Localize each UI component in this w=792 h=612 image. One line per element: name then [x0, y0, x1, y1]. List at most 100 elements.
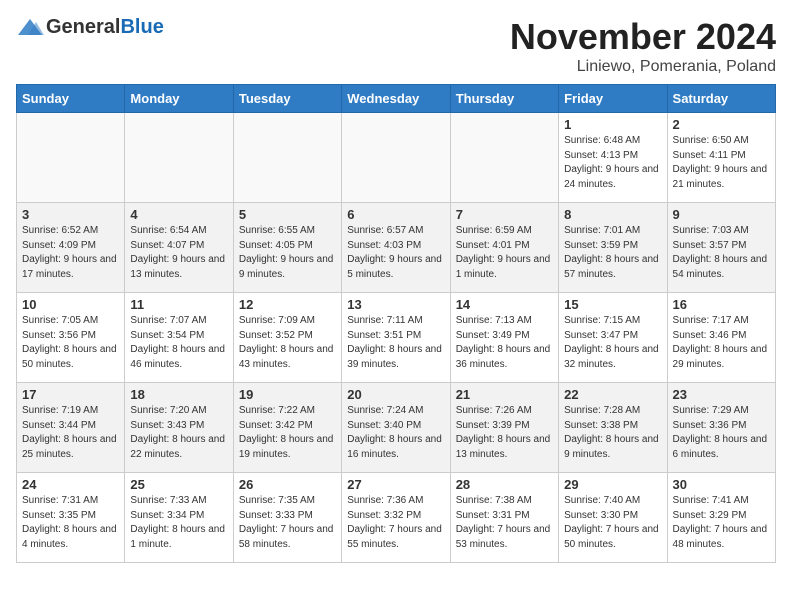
calendar-header-row: SundayMondayTuesdayWednesdayThursdayFrid… [17, 85, 776, 113]
day-info: Sunrise: 6:59 AM Sunset: 4:01 PM Dayligh… [456, 224, 553, 282]
day-number: 10 [22, 297, 119, 312]
logo: GeneralBlue [16, 16, 164, 39]
day-number: 17 [22, 387, 119, 402]
day-number: 30 [673, 477, 770, 492]
calendar-day-cell: 23Sunrise: 7:29 AM Sunset: 3:36 PM Dayli… [667, 383, 775, 473]
day-info: Sunrise: 7:19 AM Sunset: 3:44 PM Dayligh… [22, 404, 119, 462]
day-number: 15 [564, 297, 661, 312]
day-number: 29 [564, 477, 661, 492]
day-number: 26 [239, 477, 336, 492]
calendar-week-row: 10 Sunrise: 7:05 AM Sunset: 3:56 PM Dayli… [17, 293, 776, 383]
calendar-day-cell: 25 Sunrise: 7:33 AM Sunset: 3:34 PM Dayli… [125, 473, 233, 563]
calendar-day-cell: 11 Sunrise: 7:07 AM Sunset: 3:54 PM Dayli… [125, 293, 233, 383]
day-info: Sunrise: 7:01 AM Sunset: 3:59 PM Dayligh… [564, 224, 661, 282]
day-info: Sunrise: 7:29 AM Sunset: 3:36 PM Dayligh… [673, 404, 770, 462]
day-number: 12 [239, 297, 336, 312]
calendar-day-cell: 5Sunrise: 6:55 AM Sunset: 4:05 PM Daylig… [233, 203, 341, 293]
calendar-day-cell: 20 Sunrise: 7:24 AM Sunset: 3:40 PM Dayli… [342, 383, 450, 473]
calendar-day-cell [342, 113, 450, 203]
calendar-week-row: 17 Sunrise: 7:19 AM Sunset: 3:44 PM Dayli… [17, 383, 776, 473]
calendar-week-row: 3 Sunrise: 6:52 AM Sunset: 4:09 PM Daylig… [17, 203, 776, 293]
day-info: Sunrise: 6:48 AM Sunset: 4:13 PM Dayligh… [564, 134, 661, 192]
title-block: November 2024 Liniewo, Pomerania, Poland [510, 16, 776, 76]
day-info: Sunrise: 7:09 AM Sunset: 3:52 PM Dayligh… [239, 314, 336, 372]
day-info: Sunrise: 7:24 AM Sunset: 3:40 PM Dayligh… [347, 404, 444, 462]
column-header-friday: Friday [559, 85, 667, 113]
day-number: 27 [347, 477, 444, 492]
calendar-day-cell: 7 Sunrise: 6:59 AM Sunset: 4:01 PM Daylig… [450, 203, 558, 293]
calendar-day-cell: 2Sunrise: 6:50 AM Sunset: 4:11 PM Daylig… [667, 113, 775, 203]
day-number: 19 [239, 387, 336, 402]
day-number: 20 [347, 387, 444, 402]
calendar-day-cell: 24 Sunrise: 7:31 AM Sunset: 3:35 PM Dayli… [17, 473, 125, 563]
day-info: Sunrise: 7:33 AM Sunset: 3:34 PM Dayligh… [130, 494, 227, 552]
day-number: 3 [22, 207, 119, 222]
day-number: 2 [673, 117, 770, 132]
day-info: Sunrise: 7:41 AM Sunset: 3:29 PM Dayligh… [673, 494, 770, 552]
day-info: Sunrise: 7:03 AM Sunset: 3:57 PM Dayligh… [673, 224, 770, 282]
day-info: Sunrise: 6:52 AM Sunset: 4:09 PM Dayligh… [22, 224, 119, 282]
day-info: Sunrise: 6:57 AM Sunset: 4:03 PM Dayligh… [347, 224, 444, 282]
day-number: 13 [347, 297, 444, 312]
month-title: November 2024 [510, 16, 776, 58]
calendar-day-cell: 10 Sunrise: 7:05 AM Sunset: 3:56 PM Dayli… [17, 293, 125, 383]
day-number: 8 [564, 207, 661, 222]
day-info: Sunrise: 7:11 AM Sunset: 3:51 PM Dayligh… [347, 314, 444, 372]
day-number: 7 [456, 207, 553, 222]
calendar-day-cell: 29 Sunrise: 7:40 AM Sunset: 3:30 PM Dayli… [559, 473, 667, 563]
calendar-day-cell: 28 Sunrise: 7:38 AM Sunset: 3:31 PM Dayli… [450, 473, 558, 563]
calendar-day-cell: 6Sunrise: 6:57 AM Sunset: 4:03 PM Daylig… [342, 203, 450, 293]
calendar-table: SundayMondayTuesdayWednesdayThursdayFrid… [16, 84, 776, 563]
column-header-wednesday: Wednesday [342, 85, 450, 113]
day-number: 11 [130, 297, 227, 312]
day-info: Sunrise: 6:55 AM Sunset: 4:05 PM Dayligh… [239, 224, 336, 282]
day-number: 18 [130, 387, 227, 402]
calendar-day-cell: 26Sunrise: 7:35 AM Sunset: 3:33 PM Dayli… [233, 473, 341, 563]
calendar-day-cell: 18 Sunrise: 7:20 AM Sunset: 3:43 PM Dayli… [125, 383, 233, 473]
calendar-day-cell: 12 Sunrise: 7:09 AM Sunset: 3:52 PM Dayli… [233, 293, 341, 383]
column-header-tuesday: Tuesday [233, 85, 341, 113]
day-number: 16 [673, 297, 770, 312]
day-info: Sunrise: 7:20 AM Sunset: 3:43 PM Dayligh… [130, 404, 227, 462]
day-info: Sunrise: 7:05 AM Sunset: 3:56 PM Dayligh… [22, 314, 119, 372]
day-info: Sunrise: 7:40 AM Sunset: 3:30 PM Dayligh… [564, 494, 661, 552]
location-subtitle: Liniewo, Pomerania, Poland [510, 58, 776, 76]
day-info: Sunrise: 7:22 AM Sunset: 3:42 PM Dayligh… [239, 404, 336, 462]
day-number: 4 [130, 207, 227, 222]
calendar-day-cell: 17 Sunrise: 7:19 AM Sunset: 3:44 PM Dayli… [17, 383, 125, 473]
logo-icon [16, 17, 44, 39]
calendar-day-cell: 21 Sunrise: 7:26 AM Sunset: 3:39 PM Dayli… [450, 383, 558, 473]
logo-general-text: General [46, 16, 120, 39]
calendar-day-cell [450, 113, 558, 203]
day-info: Sunrise: 7:13 AM Sunset: 3:49 PM Dayligh… [456, 314, 553, 372]
calendar-day-cell [125, 113, 233, 203]
column-header-thursday: Thursday [450, 85, 558, 113]
day-number: 21 [456, 387, 553, 402]
column-header-sunday: Sunday [17, 85, 125, 113]
day-info: Sunrise: 7:07 AM Sunset: 3:54 PM Dayligh… [130, 314, 227, 372]
day-info: Sunrise: 7:15 AM Sunset: 3:47 PM Dayligh… [564, 314, 661, 372]
calendar-day-cell: 27 Sunrise: 7:36 AM Sunset: 3:32 PM Dayli… [342, 473, 450, 563]
day-number: 1 [564, 117, 661, 132]
day-number: 25 [130, 477, 227, 492]
calendar-day-cell: 13 Sunrise: 7:11 AM Sunset: 3:51 PM Dayli… [342, 293, 450, 383]
logo-blue-text: Blue [120, 16, 163, 39]
calendar-day-cell [233, 113, 341, 203]
calendar-day-cell: 30 Sunrise: 7:41 AM Sunset: 3:29 PM Dayli… [667, 473, 775, 563]
calendar-day-cell: 9 Sunrise: 7:03 AM Sunset: 3:57 PM Daylig… [667, 203, 775, 293]
calendar-day-cell: 14Sunrise: 7:13 AM Sunset: 3:49 PM Dayli… [450, 293, 558, 383]
calendar-day-cell: 22Sunrise: 7:28 AM Sunset: 3:38 PM Dayli… [559, 383, 667, 473]
calendar-day-cell: 19 Sunrise: 7:22 AM Sunset: 3:42 PM Dayli… [233, 383, 341, 473]
day-number: 28 [456, 477, 553, 492]
page-header: GeneralBlue November 2024 Liniewo, Pomer… [16, 16, 776, 76]
calendar-day-cell [17, 113, 125, 203]
day-info: Sunrise: 7:17 AM Sunset: 3:46 PM Dayligh… [673, 314, 770, 372]
day-info: Sunrise: 7:26 AM Sunset: 3:39 PM Dayligh… [456, 404, 553, 462]
day-number: 24 [22, 477, 119, 492]
day-number: 9 [673, 207, 770, 222]
day-info: Sunrise: 7:31 AM Sunset: 3:35 PM Dayligh… [22, 494, 119, 552]
day-info: Sunrise: 7:36 AM Sunset: 3:32 PM Dayligh… [347, 494, 444, 552]
calendar-day-cell: 16 Sunrise: 7:17 AM Sunset: 3:46 PM Dayli… [667, 293, 775, 383]
day-info: Sunrise: 7:38 AM Sunset: 3:31 PM Dayligh… [456, 494, 553, 552]
calendar-day-cell: 1 Sunrise: 6:48 AM Sunset: 4:13 PM Daylig… [559, 113, 667, 203]
